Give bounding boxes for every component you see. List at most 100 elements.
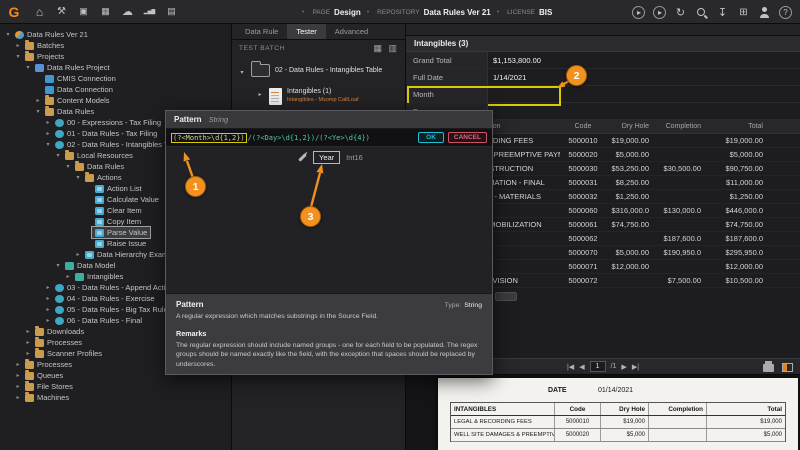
print-icon[interactable] bbox=[763, 364, 774, 372]
play-icon[interactable] bbox=[632, 6, 645, 19]
expander-icon[interactable]: ▾ bbox=[14, 53, 22, 60]
next-page-button[interactable]: ▶ bbox=[621, 363, 626, 371]
home-icon[interactable] bbox=[33, 5, 46, 18]
expander-icon[interactable]: ▸ bbox=[14, 42, 22, 49]
expander-icon[interactable]: ▸ bbox=[14, 361, 22, 368]
regex-editor[interactable]: (?<Month>\d{1,2}) /(?<Day>\d{1,2})/(?<Ye… bbox=[166, 129, 492, 147]
expander-icon[interactable]: ▾ bbox=[238, 66, 246, 76]
expander-icon[interactable]: ▾ bbox=[34, 108, 42, 115]
tree-item[interactable]: ▸ Batches bbox=[0, 40, 231, 51]
expander-icon[interactable]: ▾ bbox=[64, 163, 72, 170]
tree-item-label: Data Rules Ver 21 bbox=[27, 30, 88, 39]
year-field-row[interactable]: Year Int16 bbox=[298, 151, 363, 164]
first-page-button[interactable]: |◀ bbox=[567, 363, 574, 371]
expander-icon[interactable]: ▸ bbox=[44, 130, 52, 137]
breadcrumb-value[interactable]: BIS bbox=[539, 8, 552, 17]
expander-icon[interactable]: ▸ bbox=[24, 350, 32, 357]
expander-icon[interactable]: ▸ bbox=[24, 328, 32, 335]
tree-item[interactable]: Data Connection bbox=[0, 84, 231, 95]
expander-icon[interactable]: ▾ bbox=[74, 174, 82, 181]
tree-item[interactable]: ▾ Data Rules Ver 21 bbox=[0, 29, 231, 40]
ok-button[interactable]: OK bbox=[418, 132, 444, 143]
apps-icon[interactable] bbox=[99, 5, 112, 18]
expander-icon[interactable]: ▸ bbox=[14, 394, 22, 401]
cell-total: $12,000.00 bbox=[706, 262, 770, 271]
save-icon[interactable] bbox=[77, 5, 90, 18]
breadcrumb-value[interactable]: Design bbox=[334, 8, 361, 17]
tree-item[interactable]: ▾ Projects bbox=[0, 51, 231, 62]
cloud-icon[interactable] bbox=[121, 5, 134, 18]
expander-icon[interactable]: ▸ bbox=[14, 383, 22, 390]
field-row[interactable]: Full Date 1/14/2021 bbox=[406, 69, 800, 86]
last-page-button[interactable]: ▶| bbox=[632, 363, 639, 371]
expander-icon[interactable]: ▸ bbox=[44, 306, 52, 313]
field-row[interactable]: Grand Total $1,153,800.00 bbox=[406, 52, 800, 69]
action-icon bbox=[95, 196, 104, 204]
expander-icon[interactable]: ▸ bbox=[44, 295, 52, 302]
expander-icon[interactable]: ▾ bbox=[54, 152, 62, 159]
expander-icon[interactable]: ▸ bbox=[44, 284, 52, 291]
contents-icon[interactable] bbox=[388, 43, 398, 53]
expander-icon[interactable]: ▸ bbox=[64, 273, 72, 280]
download-icon[interactable] bbox=[716, 6, 729, 19]
page-layout-icon[interactable] bbox=[782, 363, 793, 372]
page-number-input[interactable]: 1 bbox=[590, 361, 606, 372]
expander-icon[interactable]: ▸ bbox=[44, 119, 52, 126]
app-window: G PAGE Design REPOSITORY Data Rules Ver … bbox=[0, 0, 800, 450]
tree-item[interactable]: ▾ Data Rules Project bbox=[0, 62, 231, 73]
prev-page-button[interactable]: ◀ bbox=[579, 363, 584, 371]
expander-icon[interactable]: ▸ bbox=[256, 88, 264, 98]
year-field-name[interactable]: Year bbox=[313, 151, 340, 164]
cell-dry-hole: $1,250.00 bbox=[606, 192, 654, 201]
field-value[interactable] bbox=[488, 103, 560, 119]
layers-icon[interactable] bbox=[737, 6, 750, 19]
tab[interactable]: Advanced bbox=[326, 24, 377, 39]
column-header[interactable]: Code bbox=[560, 123, 606, 130]
tree-item-label: Clear Item bbox=[107, 206, 142, 215]
expander-icon[interactable]: ▸ bbox=[44, 317, 52, 324]
table-footer-control[interactable] bbox=[495, 292, 517, 301]
field-value[interactable] bbox=[488, 86, 560, 102]
column-header[interactable]: Total bbox=[706, 123, 770, 130]
tree-item[interactable]: ▸ Content Models bbox=[0, 95, 231, 106]
expander-icon[interactable]: ▾ bbox=[4, 31, 12, 38]
document-page[interactable]: DATE 01/14/2021 INTANGIBLES Code Dry Hol… bbox=[438, 378, 798, 450]
user-icon[interactable] bbox=[758, 6, 771, 19]
app-logo[interactable]: G bbox=[5, 3, 23, 21]
breadcrumb-value[interactable]: Data Rules Ver 21 bbox=[424, 8, 491, 17]
expander-icon[interactable]: ▸ bbox=[24, 339, 32, 346]
tree-item[interactable]: ▸ Machines bbox=[0, 392, 231, 403]
run-icon[interactable] bbox=[653, 6, 666, 19]
dialog-title-bar[interactable]: Pattern String bbox=[166, 111, 492, 129]
field-row[interactable]: Month bbox=[406, 86, 800, 103]
table-icon[interactable] bbox=[165, 5, 178, 18]
tree-item-label: Calculate Value bbox=[107, 195, 159, 204]
expander-icon[interactable]: ▾ bbox=[44, 141, 52, 148]
cell-code: 5000010 bbox=[560, 136, 606, 145]
test-batch-document-node[interactable]: ▸ Intangibles (1) Intangibles - Msomp Ca… bbox=[232, 77, 405, 105]
expander-icon[interactable]: ▸ bbox=[34, 97, 42, 104]
column-header[interactable]: Dry Hole bbox=[606, 123, 654, 130]
column-header[interactable]: Completion bbox=[654, 123, 706, 130]
tab[interactable]: Data Rule bbox=[236, 24, 287, 39]
field-value[interactable]: 1/14/2021 bbox=[488, 69, 560, 85]
test-batch-folder-node[interactable]: ▾ 02 - Data Rules - Intangibles Table bbox=[232, 56, 405, 77]
refresh-icon[interactable] bbox=[674, 6, 687, 19]
tab[interactable]: Tester bbox=[287, 24, 325, 39]
expander-icon[interactable]: ▸ bbox=[74, 251, 82, 258]
tree-item[interactable]: ▸ File Stores bbox=[0, 381, 231, 392]
tools-icon[interactable] bbox=[55, 5, 68, 18]
folder-icon bbox=[25, 53, 34, 61]
regex-rest[interactable]: /(?<Day>\d{1,2})/(?<Ye>\d{4}) bbox=[248, 134, 370, 142]
tree-item[interactable]: CMIS Connection bbox=[0, 73, 231, 84]
cancel-button[interactable]: CANCEL bbox=[448, 132, 487, 143]
regex-month-group[interactable]: (?<Month>\d{1,2}) bbox=[171, 133, 247, 143]
chart-icon[interactable] bbox=[143, 5, 156, 18]
batch-tree-icon[interactable] bbox=[373, 43, 383, 53]
help-icon[interactable] bbox=[779, 6, 792, 19]
expander-icon[interactable]: ▾ bbox=[24, 64, 32, 71]
field-value[interactable]: $1,153,800.00 bbox=[488, 52, 560, 68]
expander-icon[interactable]: ▾ bbox=[54, 262, 62, 269]
search-icon[interactable] bbox=[695, 6, 708, 19]
expander-icon[interactable]: ▸ bbox=[14, 372, 22, 379]
